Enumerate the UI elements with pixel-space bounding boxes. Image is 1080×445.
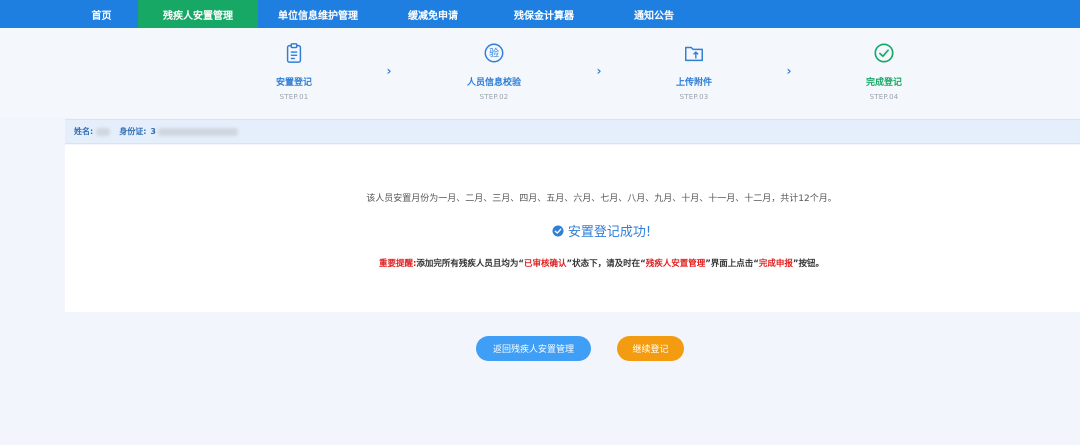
- notice-text: ”界面上点击“: [705, 259, 759, 269]
- svg-text:验: 验: [489, 47, 499, 60]
- top-nav: 首页 残疾人安置管理 单位信息维护管理 缓减免申请 残保金计算器 通知公告: [0, 0, 1080, 28]
- nav-item-notices[interactable]: 通知公告: [600, 0, 708, 28]
- id-label: 身份证:: [119, 127, 147, 136]
- notice-text: ”按钮。: [792, 259, 824, 269]
- id-prefix: 3: [150, 127, 156, 136]
- check-badge-icon: [552, 225, 564, 236]
- step-label: 完成登记: [865, 78, 902, 88]
- continue-registration-button[interactable]: 继续登记: [617, 336, 684, 361]
- nav-item-disabled-placement[interactable]: 残疾人安置管理: [138, 0, 258, 28]
- nav-item-reduction-application[interactable]: 缓减免申请: [378, 0, 488, 28]
- result-card: 该人员安置月份为一月、二月、三月、四月、五月、六月、七月、八月、九月、十月、十一…: [65, 145, 1080, 312]
- placement-months-text: 该人员安置月份为一月、二月、三月、四月、五月、六月、七月、八月、九月、十月、十一…: [366, 194, 837, 204]
- clipboard-icon: [286, 43, 302, 63]
- notice-status: 已审核确认: [523, 259, 567, 269]
- name-value-redacted: [96, 127, 111, 136]
- id-value-redacted: [157, 127, 238, 136]
- name-label: 姓名:: [74, 127, 94, 136]
- step-indicator: 安置登记 STEP.01 › 验 人员信息校验 STEP.02 › 上传附件 S…: [0, 28, 1080, 118]
- notice-prefix: 重要提醒:: [378, 259, 417, 269]
- step-label: 安置登记: [275, 78, 312, 88]
- upload-folder-icon: [685, 46, 703, 62]
- step-number: STEP.04: [869, 93, 899, 101]
- step-2: 验 人员信息校验 STEP.02: [449, 42, 539, 101]
- step-label: 上传附件: [675, 78, 712, 88]
- important-notice: 重要提醒:添加完所有残疾人员且均为“已审核确认”状态下，请及时在“残疾人安置管理…: [65, 257, 1080, 269]
- step-3: 上传附件 STEP.03: [649, 42, 739, 101]
- step-arrow-icon: ›: [786, 64, 792, 78]
- step-number: STEP.03: [679, 93, 709, 101]
- step-label: 人员信息校验: [466, 78, 521, 88]
- nav-item-unit-info[interactable]: 单位信息维护管理: [258, 0, 378, 28]
- success-text: 安置登记成功!: [567, 225, 652, 240]
- notice-text: ”状态下，请及时在“: [566, 259, 646, 269]
- check-circle-icon: [874, 43, 894, 63]
- notice-page: 残疾人安置管理: [645, 259, 706, 269]
- person-info-bar: 姓名: 身份证: 3: [65, 119, 1080, 144]
- step-arrow-icon: ›: [386, 64, 392, 78]
- notice-text: 添加完所有残疾人员且均为“: [416, 259, 524, 269]
- verify-icon: 验: [484, 43, 504, 63]
- return-to-placement-button[interactable]: 返回残疾人安置管理: [476, 336, 591, 361]
- step-number: STEP.01: [279, 93, 309, 101]
- step-arrow-icon: ›: [596, 64, 602, 78]
- notice-action: 完成申报: [758, 259, 793, 269]
- step-1: 安置登记 STEP.01: [249, 42, 339, 101]
- success-message: 安置登记成功!: [65, 221, 1080, 240]
- step-4: 完成登记 STEP.04: [839, 42, 929, 101]
- nav-item-calculator[interactable]: 残保金计算器: [488, 0, 600, 28]
- step-number: STEP.02: [479, 93, 509, 101]
- nav-item-home[interactable]: 首页: [65, 0, 138, 28]
